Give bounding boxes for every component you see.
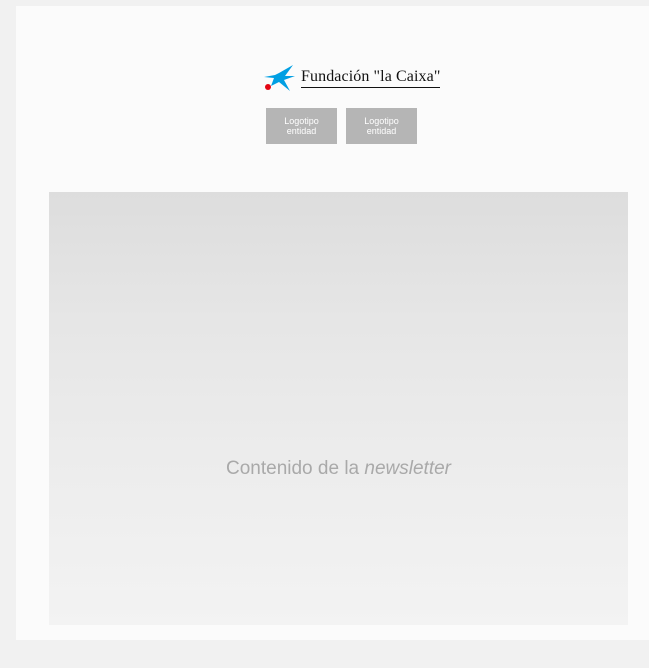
newsletter-card: Fundación "la Caixa" Logotipo entidad Lo… bbox=[16, 6, 649, 640]
content-text-emphasis: newsletter bbox=[364, 458, 451, 479]
brand-header[interactable]: Fundación "la Caixa" bbox=[263, 64, 441, 92]
partner-logo-line1: Logotipo bbox=[284, 116, 319, 126]
partner-logo-placeholder: Logotipo entidad bbox=[346, 108, 417, 144]
content-text-prefix: Contenido de la bbox=[226, 458, 365, 479]
newsletter-content-area: Contenido de la newsletter bbox=[49, 192, 628, 625]
partner-logo-line1: Logotipo bbox=[364, 116, 399, 126]
brand-name: Fundación "la Caixa" bbox=[301, 68, 441, 88]
content-placeholder-text: Contenido de la newsletter bbox=[49, 458, 628, 480]
partner-logo-line2: entidad bbox=[366, 126, 397, 136]
caixa-star-logo-icon bbox=[264, 65, 295, 91]
partner-logo-placeholder: Logotipo entidad bbox=[266, 108, 337, 144]
partner-logo-line2: entidad bbox=[286, 126, 317, 136]
